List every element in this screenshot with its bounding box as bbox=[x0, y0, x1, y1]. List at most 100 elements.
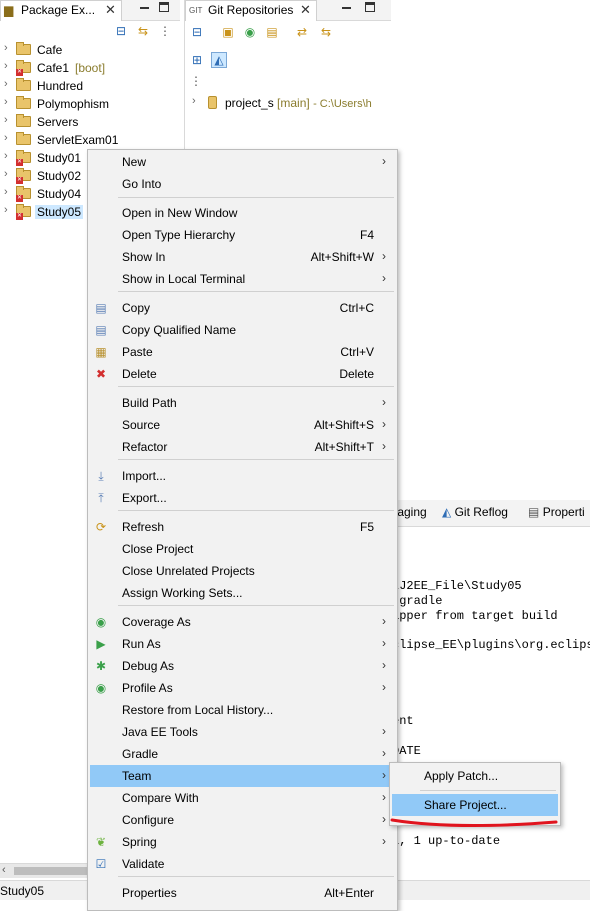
chevron-right-icon[interactable]: › bbox=[4, 150, 8, 162]
menu-item-go-into[interactable]: Go Into bbox=[90, 173, 394, 195]
menu-item-close-project[interactable]: Close Project bbox=[90, 538, 394, 560]
tree-item-cafe[interactable]: › Cafe bbox=[0, 41, 180, 59]
menu-item-label: Java EE Tools bbox=[122, 725, 198, 739]
tree-item-cafe1[interactable]: › ✕ Cafe1 [boot] bbox=[0, 59, 180, 77]
close-icon[interactable]: ✕ bbox=[105, 2, 116, 18]
menu-item-copy-qualified-name[interactable]: ▤ Copy Qualified Name bbox=[90, 319, 394, 341]
collapse-all-icon[interactable]: ⊟ bbox=[114, 24, 128, 38]
maximize-icon[interactable] bbox=[365, 2, 375, 12]
project-folder-icon bbox=[16, 114, 31, 127]
menu-item-label: Copy Qualified Name bbox=[122, 323, 237, 337]
collapse-all-icon[interactable]: ⊟ bbox=[190, 25, 204, 39]
tree-item-polymophism[interactable]: › Polymophism bbox=[0, 95, 180, 113]
menu-item-new[interactable]: New › bbox=[90, 151, 394, 173]
scroll-left-icon[interactable]: ‹ bbox=[2, 864, 6, 876]
menu-item-refresh[interactable]: ⟳ Refresh F5 bbox=[90, 516, 394, 538]
submenu-arrow-icon: › bbox=[382, 834, 386, 848]
menu-item-delete[interactable]: ✖ Delete Delete bbox=[90, 363, 394, 385]
menu-item-label: Export... bbox=[122, 491, 167, 505]
menu-item-open-type-hierarchy[interactable]: Open Type Hierarchy F4 bbox=[90, 224, 394, 246]
repo-row[interactable]: › project_s [main] - C:\Users\h bbox=[185, 94, 391, 112]
clone-repository-icon[interactable]: ◉ bbox=[243, 25, 257, 39]
menu-item-compare-with[interactable]: Compare With › bbox=[90, 787, 394, 809]
menu-item-open-in-new-window[interactable]: Open in New Window bbox=[90, 202, 394, 224]
menu-item-label: Show In bbox=[122, 250, 166, 264]
menu-item-close-unrelated-projects[interactable]: Close Unrelated Projects bbox=[90, 560, 394, 582]
minimize-icon[interactable] bbox=[342, 2, 352, 12]
menu-item-show-in-local-terminal[interactable]: Show in Local Terminal › bbox=[90, 268, 394, 290]
tab-package-explorer[interactable]: ▆ Package Ex... ✕ bbox=[0, 0, 122, 21]
chevron-right-icon[interactable]: › bbox=[4, 78, 8, 90]
chevron-right-icon[interactable]: › bbox=[192, 95, 196, 107]
menu-item-label: Open Type Hierarchy bbox=[122, 228, 236, 242]
menu-item-run-as[interactable]: ▶ Run As › bbox=[90, 633, 394, 655]
menu-separator bbox=[118, 510, 394, 511]
tree-item-servletexam01[interactable]: › ServletExam01 bbox=[0, 131, 180, 149]
chevron-right-icon[interactable]: › bbox=[4, 114, 8, 126]
menu-item-refactor[interactable]: Refactor Alt+Shift+T › bbox=[90, 436, 394, 458]
menu-item-label: Copy bbox=[122, 301, 151, 315]
hierarchy-icon[interactable]: ⊞ bbox=[190, 53, 204, 67]
chevron-right-icon[interactable]: › bbox=[4, 96, 8, 108]
tree-item-hundred[interactable]: › Hundred bbox=[0, 77, 180, 95]
link-with-editor-icon[interactable]: ⇆ bbox=[136, 24, 150, 38]
menu-item-gradle[interactable]: Gradle › bbox=[90, 743, 394, 765]
menu-item-paste[interactable]: ▦ Paste Ctrl+V bbox=[90, 341, 394, 363]
menu-item-profile-as[interactable]: ◉ Profile As › bbox=[90, 677, 394, 699]
chevron-right-icon[interactable]: › bbox=[4, 186, 8, 198]
tab-properties[interactable]: ▤ Properti bbox=[528, 505, 585, 519]
submenu-item-apply-patch[interactable]: Apply Patch... bbox=[392, 765, 558, 787]
scrollbar-thumb[interactable] bbox=[14, 867, 88, 875]
status-text: Study05 bbox=[0, 884, 45, 898]
menu-item-coverage-as[interactable]: ◉ Coverage As › bbox=[90, 611, 394, 633]
menu-item-label: Source bbox=[122, 418, 161, 432]
close-icon[interactable]: ✕ bbox=[300, 2, 311, 18]
menu-item-label: Spring bbox=[122, 835, 157, 849]
chevron-right-icon[interactable]: › bbox=[4, 168, 8, 180]
menu-item-restore-from-local-history[interactable]: Restore from Local History... bbox=[90, 699, 394, 721]
link-icon[interactable]: ⇄ bbox=[295, 25, 309, 39]
git-repositories-tabbar: GIT Git Repositories ✕ bbox=[185, 0, 391, 21]
chevron-right-icon[interactable]: › bbox=[4, 132, 8, 144]
chevron-right-icon[interactable]: › bbox=[4, 42, 8, 54]
link-with-selection-icon[interactable]: ⇆ bbox=[319, 25, 333, 39]
menu-item-java-ee-tools[interactable]: Java EE Tools › bbox=[90, 721, 394, 743]
menu-item-debug-as[interactable]: ✱ Debug As › bbox=[90, 655, 394, 677]
menu-item-properties[interactable]: Properties Alt+Enter bbox=[90, 882, 394, 904]
tree-item-servers[interactable]: › Servers bbox=[0, 113, 180, 131]
create-repository-icon[interactable]: ▤ bbox=[265, 25, 279, 39]
menu-item-export[interactable]: ⤒ Export... bbox=[90, 487, 394, 509]
add-repository-icon[interactable]: ▣ bbox=[221, 25, 235, 39]
menu-item-label: Build Path bbox=[122, 396, 177, 410]
menu-item-configure[interactable]: Configure › bbox=[90, 809, 394, 831]
more-icon[interactable]: ⋮ bbox=[189, 74, 203, 88]
menu-item-label: Coverage As bbox=[122, 615, 191, 629]
menu-item-source[interactable]: Source Alt+Shift+S › bbox=[90, 414, 394, 436]
menu-separator bbox=[118, 605, 394, 606]
menu-item-assign-working-sets[interactable]: Assign Working Sets... bbox=[90, 582, 394, 604]
menu-item-validate[interactable]: ☑ Validate bbox=[90, 853, 394, 875]
menu-item-import[interactable]: ⤓ Import... bbox=[90, 465, 394, 487]
menu-item-team[interactable]: Team › bbox=[90, 765, 394, 787]
menu-item-accelerator: Alt+Shift+T bbox=[314, 440, 374, 454]
menu-item-build-path[interactable]: Build Path › bbox=[90, 392, 394, 414]
minimize-icon[interactable] bbox=[140, 2, 150, 12]
chevron-right-icon[interactable]: › bbox=[4, 204, 8, 216]
submenu-arrow-icon: › bbox=[382, 395, 386, 409]
maximize-icon[interactable] bbox=[159, 2, 169, 12]
menu-item-label: Show in Local Terminal bbox=[122, 272, 246, 286]
copy-icon: ▤ bbox=[95, 301, 107, 315]
menu-item-show-in[interactable]: Show In Alt+Shift+W › bbox=[90, 246, 394, 268]
menu-item-copy[interactable]: ▤ Copy Ctrl+C bbox=[90, 297, 394, 319]
filter-icon[interactable]: ◭ bbox=[211, 52, 227, 68]
view-menu-icon[interactable]: ⋮ bbox=[158, 24, 172, 38]
repo-path: - C:\Users\h bbox=[313, 98, 372, 110]
tree-item-label: Study02 bbox=[37, 169, 82, 183]
git-icon: GIT bbox=[189, 6, 203, 15]
tab-git-repositories[interactable]: GIT Git Repositories ✕ bbox=[185, 0, 317, 21]
menu-item-spring[interactable]: ❦ Spring › bbox=[90, 831, 394, 853]
console-line: l, 1 up-to-date bbox=[392, 834, 501, 848]
tab-git-reflog[interactable]: ◭ Git Reflog bbox=[442, 505, 508, 519]
horizontal-scrollbar[interactable]: ‹ bbox=[0, 863, 88, 878]
chevron-right-icon[interactable]: › bbox=[4, 60, 8, 72]
